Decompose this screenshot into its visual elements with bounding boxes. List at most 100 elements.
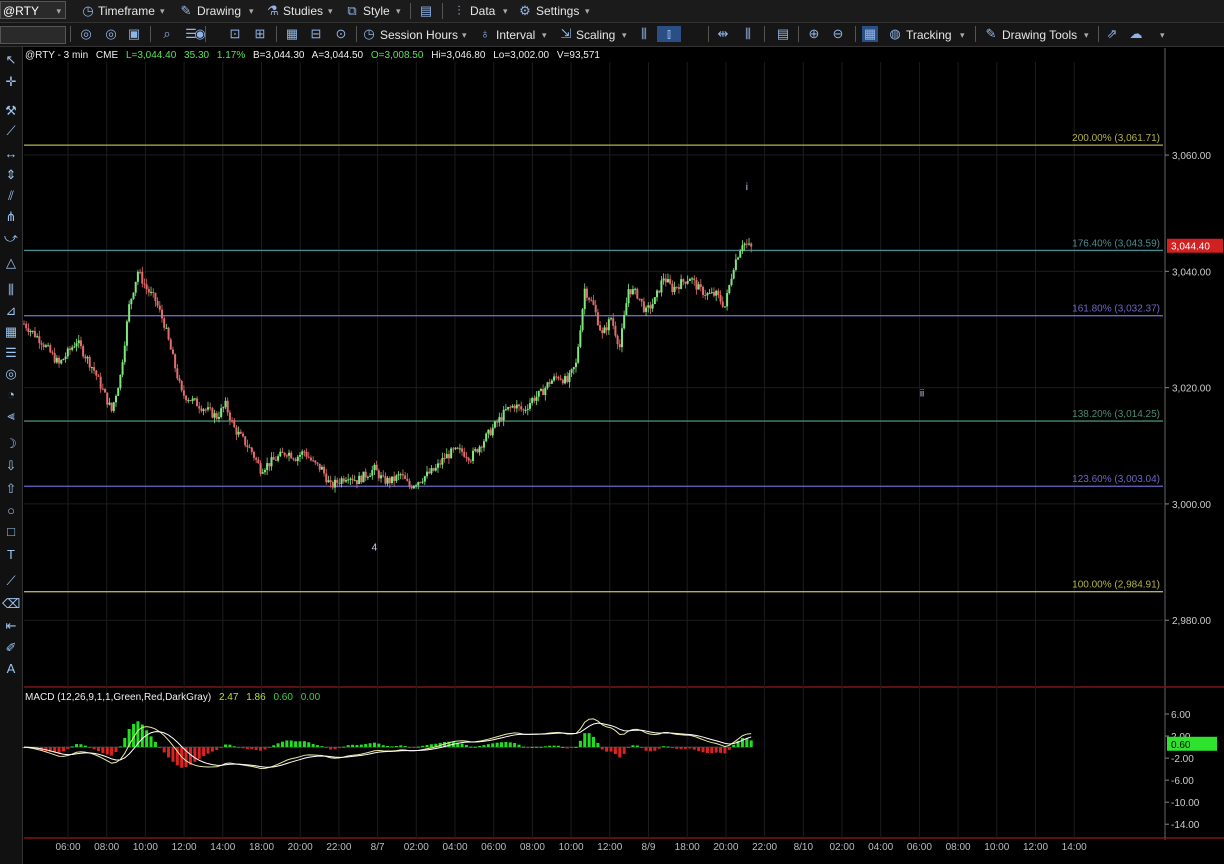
- ruler-icon[interactable]: ⟋: [2, 572, 20, 590]
- drawing-dropdown-icon[interactable]: ▾: [249, 2, 254, 20]
- tracking-menu[interactable]: Tracking: [906, 26, 952, 44]
- drawing-menu[interactable]: Drawing: [197, 2, 241, 20]
- refresh-icon[interactable]: ◎: [78, 26, 94, 42]
- candle-body: [673, 286, 676, 293]
- zoom-in-icon[interactable]: ⊕: [806, 26, 822, 42]
- candle-body: [202, 409, 205, 411]
- style-icon: ⧉: [347, 3, 357, 18]
- candle-body: [355, 480, 358, 485]
- drawing-tools-menu[interactable]: Drawing Tools: [1002, 26, 1077, 44]
- brush-icon[interactable]: ⚒: [2, 102, 20, 120]
- alert-icon[interactable]: ⊡: [227, 26, 243, 42]
- studies-dropdown-icon[interactable]: ▾: [328, 2, 333, 20]
- macd-histogram-bar: [197, 747, 201, 759]
- arc-line-icon[interactable]: ☽: [2, 435, 20, 453]
- curve-icon[interactable]: ⤻: [2, 229, 20, 247]
- studies-menu[interactable]: Studies: [283, 2, 323, 20]
- cloud-icon[interactable]: ☁: [1128, 26, 1144, 42]
- macd-tick-label: -6.00: [1171, 776, 1194, 787]
- scaling-dropdown-icon[interactable]: ▾: [622, 26, 627, 44]
- chart-grid-icon[interactable]: ▦: [284, 26, 300, 42]
- cycle-icon[interactable]: ◉: [192, 26, 208, 42]
- interval-dropdown-icon[interactable]: ▾: [542, 26, 547, 44]
- ellipse-icon[interactable]: ○: [2, 502, 20, 520]
- bars-icon[interactable]: ⫼: [740, 26, 756, 42]
- gann-icon[interactable]: ⊿: [2, 302, 20, 320]
- symbol-input[interactable]: @RTY ▾: [0, 1, 66, 19]
- export-icon[interactable]: ⊞: [252, 26, 268, 42]
- macd-histogram-bar: [285, 740, 289, 748]
- zoom-area-icon[interactable]: ⌕: [159, 26, 175, 42]
- fib-lines-icon[interactable]: ⫼: [2, 281, 20, 299]
- session-dropdown-icon[interactable]: ▾: [462, 26, 467, 44]
- symbol-dropdown-icon[interactable]: ▾: [56, 2, 61, 20]
- tag-icon[interactable]: ⊟: [308, 26, 324, 42]
- bid-price: B=3,044.30: [253, 50, 305, 61]
- rectangle-icon[interactable]: □: [2, 523, 20, 541]
- camera-icon[interactable]: ⊙: [333, 26, 349, 42]
- macd-signal-line: [23, 722, 752, 768]
- candle-type-icon[interactable]: ⫾: [657, 26, 681, 42]
- pointer-icon[interactable]: ↖: [2, 51, 20, 69]
- timeframe-menu[interactable]: Timeframe: [98, 2, 155, 20]
- timeframe-dropdown-icon[interactable]: ▾: [160, 2, 165, 20]
- macd-histogram-bar: [408, 747, 412, 749]
- data-dropdown-icon[interactable]: ▾: [503, 2, 508, 20]
- candle-body: [336, 479, 339, 483]
- target-icon[interactable]: ◎: [103, 26, 119, 42]
- arrow-up-icon[interactable]: ⇧: [2, 480, 20, 498]
- speed-lines-icon[interactable]: ⫷: [2, 407, 20, 425]
- grid-icon[interactable]: ▦: [862, 26, 878, 42]
- candle-body: [651, 303, 654, 309]
- candle-body: [680, 279, 683, 289]
- lines-icon[interactable]: ☰: [2, 344, 20, 362]
- symbol-info-bar: @RTY - 3 min CME L=3,044.40 35.30 1.17% …: [25, 50, 605, 61]
- channel-icon[interactable]: ⫽: [2, 187, 20, 205]
- drawing-tools-dropdown-icon[interactable]: ▾: [1084, 26, 1089, 44]
- scaling-menu[interactable]: Scaling: [576, 26, 615, 44]
- candle-body: [29, 331, 32, 333]
- price-chart[interactable]: 200.00% (3,061.71) 176.40% (3,043.59) 161.…: [0, 0, 1224, 864]
- layout-icon[interactable]: ▤: [418, 3, 434, 19]
- text-tool-icon[interactable]: T: [2, 546, 20, 564]
- tracking-dropdown-icon[interactable]: ▾: [960, 26, 965, 44]
- highlight-icon[interactable]: ✐: [2, 639, 20, 657]
- style-dropdown-icon[interactable]: ▾: [396, 2, 401, 20]
- macd-histogram-bar: [561, 746, 565, 748]
- time-tick-label: 14:00: [1062, 842, 1087, 853]
- layout-split-icon[interactable]: ▤: [775, 26, 791, 42]
- interval-menu[interactable]: Interval: [496, 26, 535, 44]
- window-icon[interactable]: ▣: [126, 26, 142, 42]
- font-icon[interactable]: A: [2, 660, 20, 678]
- session-hours-menu[interactable]: Session Hours: [380, 26, 458, 44]
- time-tick-label: 14:00: [210, 842, 235, 853]
- interval-box[interactable]: [0, 26, 66, 44]
- more-dropdown-icon[interactable]: ▾: [1160, 26, 1165, 44]
- crosshair-icon[interactable]: ✛: [2, 73, 20, 91]
- zoom-out-icon[interactable]: ⊖: [830, 26, 846, 42]
- bar-chart-icon[interactable]: ⫼: [636, 26, 652, 42]
- line-tool-icon[interactable]: ⟋: [2, 122, 20, 140]
- candle-body: [375, 464, 378, 471]
- candle-body: [553, 376, 556, 381]
- grid-tool-icon[interactable]: ▦: [2, 323, 20, 341]
- arc-icon[interactable]: ◔: [2, 386, 20, 404]
- circle-target-icon[interactable]: ◎: [2, 365, 20, 383]
- triangle-icon[interactable]: △: [2, 254, 20, 272]
- candle-body: [288, 452, 291, 456]
- horizontal-arrows-icon[interactable]: ↔: [2, 145, 20, 163]
- eraser-icon[interactable]: ⌫: [2, 595, 20, 613]
- macd-histogram-bar: [587, 733, 591, 748]
- arrow-down-icon[interactable]: ⇩: [2, 457, 20, 475]
- vertical-split-icon[interactable]: ⇕: [2, 166, 20, 184]
- settings-menu[interactable]: Settings: [536, 2, 579, 20]
- settings-dropdown-icon[interactable]: ▾: [585, 2, 590, 20]
- export-chart-icon[interactable]: ⇗: [1104, 26, 1120, 42]
- pitchfork-icon[interactable]: ⋔: [2, 208, 20, 226]
- compress-icon[interactable]: ⇹: [715, 26, 731, 42]
- candle-body: [658, 290, 661, 293]
- extend-left-icon[interactable]: ⇤: [2, 617, 20, 635]
- data-menu[interactable]: Data: [470, 2, 495, 20]
- candle-body: [745, 243, 748, 245]
- style-menu[interactable]: Style: [363, 2, 390, 20]
